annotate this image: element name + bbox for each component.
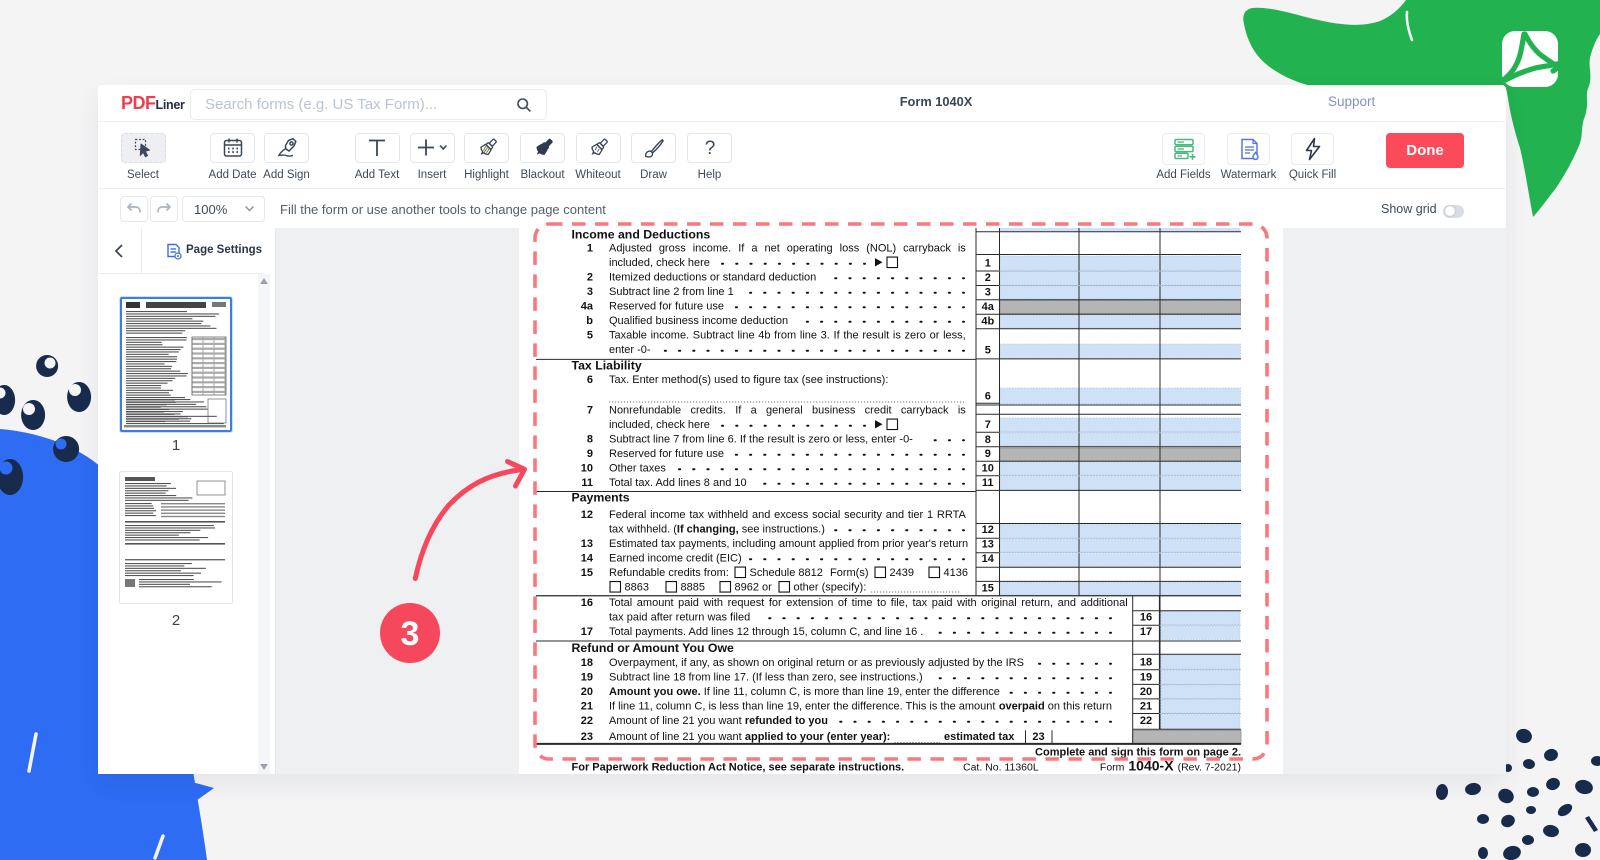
svg-text:3: 3 — [401, 615, 420, 653]
svg-text:?: ? — [704, 138, 715, 159]
